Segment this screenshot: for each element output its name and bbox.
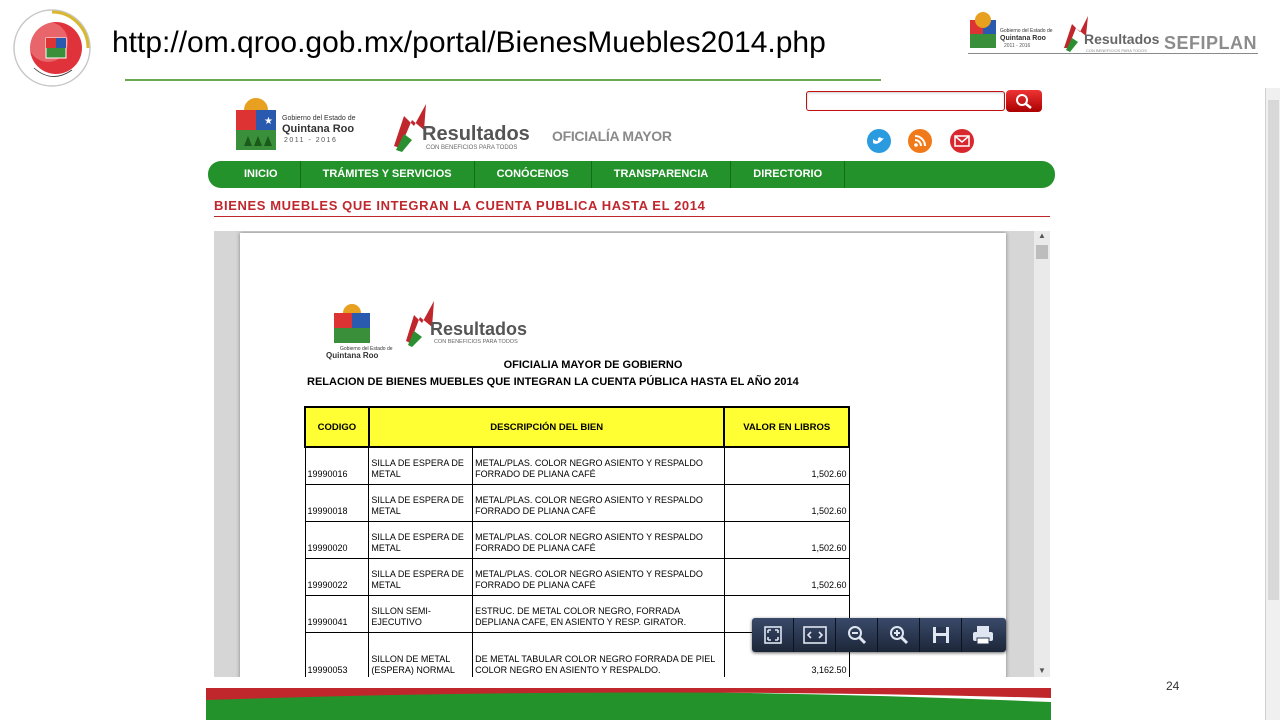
resultados-logo: Resultados CON BENEFICIOS PARA TODOS: [394, 104, 530, 152]
cell-bien: SILLA DE ESPERA DE METAL: [368, 520, 474, 559]
table-row: 19990018 SILLA DE ESPERA DE METAL METAL/…: [304, 483, 850, 522]
cell-bien: SILLA DE ESPERA DE METAL: [368, 446, 474, 485]
slide-url-title: http://om.qroo.gob.mx/portal/BienesMuebl…: [112, 26, 826, 59]
pdf-page: Gobierno del Estado de Quintana Roo Resu…: [240, 233, 1006, 677]
cell-codigo: 19990041: [304, 594, 370, 633]
zoom-in-button[interactable]: [878, 618, 920, 652]
email-icon[interactable]: [949, 128, 975, 154]
nav-item-conocenos[interactable]: CONÓCENOS: [475, 161, 592, 188]
header-valor: VALOR EN LIBROS: [723, 406, 850, 448]
svg-text:2011 - 2016: 2011 - 2016: [1004, 43, 1031, 49]
fit-width-button[interactable]: [794, 618, 836, 652]
search-icon: [1016, 94, 1032, 109]
top-right-rule: [968, 53, 1258, 54]
svg-text:Quintana Roo: Quintana Roo: [1000, 35, 1046, 42]
svg-text:Resultados: Resultados: [1084, 31, 1160, 47]
site-nav-bar: INICIO TRÁMITES Y SERVICIOS CONÓCENOS TR…: [208, 161, 1055, 188]
cell-valor: 1,502.60: [723, 446, 850, 485]
header-descripcion: DESCRIPCIÓN DEL BIEN: [367, 406, 726, 448]
cell-desc: ESTRUC. DE METAL COLOR NEGRO, FORRADA DE…: [472, 594, 725, 633]
cell-desc: METAL/PLAS. COLOR NEGRO ASIENTO Y RESPAL…: [472, 557, 725, 596]
cell-bien: SILLA DE ESPERA DE METAL: [368, 483, 474, 522]
page-scrollbar[interactable]: [1265, 88, 1280, 720]
slide-page-number: 24: [1166, 679, 1180, 693]
table-header-row: CODIGO DESCRIPCIÓN DEL BIEN VALOR EN LIB…: [304, 406, 850, 448]
svg-text:CON BENEFICIOS PARA TODOS: CON BENEFICIOS PARA TODOS: [434, 339, 518, 345]
heading-rule: [214, 216, 1050, 217]
auditoria-seal-logo: [13, 9, 91, 87]
gobierno-quintana-roo-logo: ★ Gobierno del Estado de Quintana Roo 20…: [236, 98, 356, 150]
header-codigo: CODIGO: [304, 406, 370, 448]
cell-desc: DE METAL TABULAR COLOR NEGRO FORRADA DE …: [472, 631, 725, 677]
svg-text:Resultados: Resultados: [430, 319, 527, 339]
pdf-viewer[interactable]: Gobierno del Estado de Quintana Roo Resu…: [214, 231, 1050, 677]
print-button[interactable]: [962, 618, 1004, 652]
site-search-input[interactable]: [806, 91, 1005, 111]
title-underline: [125, 79, 881, 81]
print-icon: [973, 626, 993, 645]
save-button[interactable]: [920, 618, 962, 652]
scroll-up-icon[interactable]: ▲: [1038, 231, 1046, 240]
sefiplan-label: SEFIPLAN: [1164, 33, 1258, 53]
rss-icon[interactable]: [907, 128, 933, 154]
fit-page-icon: [763, 626, 782, 644]
fit-page-button[interactable]: [752, 618, 794, 652]
cell-codigo: 19990022: [304, 557, 370, 596]
pdf-scroll-thumb[interactable]: [1036, 245, 1048, 259]
zoom-out-button[interactable]: [836, 618, 878, 652]
nav-item-transparencia[interactable]: TRANSPARENCIA: [592, 161, 732, 188]
table-row: 19990022 SILLA DE ESPERA DE METAL METAL/…: [304, 557, 850, 596]
cell-desc: METAL/PLAS. COLOR NEGRO ASIENTO Y RESPAL…: [472, 520, 725, 559]
site-footer-strip: [206, 688, 1051, 720]
cell-desc: METAL/PLAS. COLOR NEGRO ASIENTO Y RESPAL…: [472, 483, 725, 522]
scroll-down-icon[interactable]: ▼: [1038, 666, 1046, 675]
nav-item-inicio[interactable]: INICIO: [222, 161, 301, 188]
nav-item-directorio[interactable]: DIRECTORIO: [731, 161, 846, 188]
pdf-resultados-logo: Resultados CON BENEFICIOS PARA TODOS: [406, 301, 527, 347]
pdf-gobierno-logo: Gobierno del Estado de Quintana Roo: [326, 304, 393, 360]
page-heading: BIENES MUEBLES QUE INTEGRAN LA CUENTA PU…: [214, 198, 706, 213]
website-screenshot: ★ Gobierno del Estado de Quintana Roo 20…: [206, 88, 1062, 720]
cell-valor: 1,502.60: [723, 520, 850, 559]
cell-codigo: 19990053: [304, 631, 370, 677]
pdf-scrollbar[interactable]: ▲ ▼: [1034, 231, 1050, 677]
gov-logo-line2: Quintana Roo: [282, 123, 354, 135]
gov-logo-line3: 2011 - 2016: [284, 137, 337, 144]
cell-bien: SILLON DE METAL (ESPERA) NORMAL: [368, 631, 474, 677]
cell-codigo: 19990020: [304, 520, 370, 559]
cell-valor: 1,502.60: [723, 483, 850, 522]
pdf-toolbar: [752, 618, 1006, 652]
page-scroll-thumb[interactable]: [1268, 100, 1279, 600]
svg-text:Gobierno del Estado de: Gobierno del Estado de: [1000, 28, 1053, 34]
resultados-tagline: CON BENEFICIOS PARA TODOS: [426, 145, 517, 151]
cell-codigo: 19990018: [304, 483, 370, 522]
save-icon: [932, 627, 949, 643]
pdf-title-relacion: RELACION DE BIENES MUEBLES QUE INTEGRAN …: [307, 376, 799, 388]
fit-width-icon: [802, 626, 827, 644]
cell-codigo: 19990016: [304, 446, 370, 485]
zoom-out-icon: [847, 626, 866, 645]
cell-valor: 1,502.60: [723, 557, 850, 596]
resultados-word: Resultados: [422, 123, 530, 145]
site-search-button[interactable]: [1006, 90, 1042, 112]
cell-desc: METAL/PLAS. COLOR NEGRO ASIENTO Y RESPAL…: [472, 446, 725, 485]
table-row: 19990020 SILLA DE ESPERA DE METAL METAL/…: [304, 520, 850, 559]
svg-text:★: ★: [264, 116, 273, 127]
twitter-icon[interactable]: [866, 128, 892, 154]
nav-item-tramites[interactable]: TRÁMITES Y SERVICIOS: [301, 161, 475, 188]
cell-bien: SILLON SEMI-EJECUTIVO: [368, 594, 474, 633]
cell-bien: SILLA DE ESPERA DE METAL: [368, 557, 474, 596]
pdf-title-oficialia: OFICIALIA MAYOR DE GOBIERNO: [503, 359, 683, 371]
table-row: 19990016 SILLA DE ESPERA DE METAL METAL/…: [304, 446, 850, 485]
oficialia-mayor-label: OFICIALÍA MAYOR: [552, 128, 672, 144]
zoom-in-icon: [889, 626, 908, 645]
gov-logo-line1: Gobierno del Estado de: [282, 115, 356, 122]
